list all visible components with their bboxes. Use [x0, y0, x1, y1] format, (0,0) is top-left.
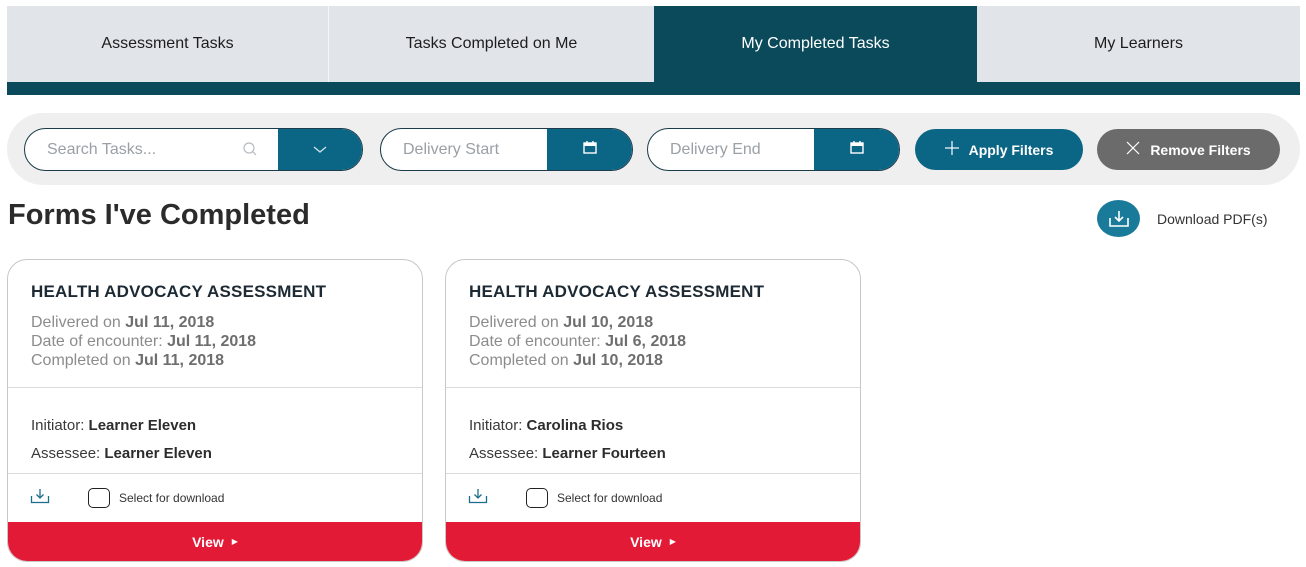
- delivery-end-group: [647, 128, 900, 171]
- page-title: Forms I've Completed: [8, 199, 310, 231]
- assessee-name: Learner Eleven: [104, 445, 212, 462]
- tab-label: Assessment Tasks: [101, 35, 234, 52]
- tab-assessment-tasks[interactable]: Assessment Tasks: [7, 6, 329, 82]
- delivered-date: Jul 10, 2018: [563, 314, 654, 331]
- view-label: View: [192, 533, 224, 550]
- view-button[interactable]: View ▶: [8, 522, 422, 561]
- delivered-line: Delivered on Jul 11, 2018: [31, 313, 422, 332]
- download-pdf-button[interactable]: Download PDF(s): [1097, 200, 1267, 237]
- encounter-date: Jul 6, 2018: [605, 333, 687, 350]
- search-group: [24, 128, 363, 171]
- delivery-start-input[interactable]: [403, 140, 547, 159]
- completed-line: Completed on Jul 11, 2018: [31, 351, 422, 370]
- download-icon[interactable]: [30, 488, 50, 509]
- initiator-name: Carolina Rios: [526, 417, 624, 434]
- encounter-label: Date of encounter:: [469, 333, 601, 350]
- tab-my-learners[interactable]: My Learners: [977, 6, 1300, 82]
- completed-date: Jul 10, 2018: [573, 352, 663, 369]
- tab-bar: Assessment Tasks Tasks Completed on Me M…: [7, 6, 1300, 95]
- delivered-line: Delivered on Jul 10, 2018: [469, 313, 860, 332]
- initiator-name: Learner Eleven: [88, 417, 197, 434]
- encounter-label: Date of encounter:: [31, 333, 163, 350]
- assessee-label: Assessee:: [469, 445, 539, 462]
- search-dropdown-button[interactable]: [278, 129, 362, 170]
- select-for-download-label: Select for download: [557, 491, 663, 505]
- form-card: HEALTH ADVOCACY ASSESSMENT Delivered on …: [7, 259, 423, 562]
- delivery-end-calendar-button[interactable]: [814, 129, 899, 170]
- encounter-line: Date of encounter: Jul 11, 2018: [31, 332, 422, 351]
- calendar-icon: [582, 140, 597, 159]
- chevron-down-icon: [313, 141, 327, 159]
- tab-my-completed-tasks[interactable]: My Completed Tasks: [654, 6, 977, 82]
- caret-right-icon: ▶: [231, 537, 238, 546]
- assessee-name: Learner Fourteen: [542, 445, 666, 462]
- view-label: View: [630, 533, 662, 550]
- tab-label: My Completed Tasks: [741, 35, 890, 52]
- initiator-line: Initiator: Learner Eleven: [31, 412, 422, 440]
- delivery-start-group: [380, 128, 633, 171]
- form-card: HEALTH ADVOCACY ASSESSMENT Delivered on …: [445, 259, 861, 562]
- caret-right-icon: ▶: [669, 537, 676, 546]
- filter-bar: Apply Filters Remove Filters: [7, 113, 1300, 185]
- select-for-download-checkbox[interactable]: [526, 488, 548, 508]
- delivered-label: Delivered on: [469, 314, 559, 331]
- delivered-date: Jul 11, 2018: [125, 314, 215, 331]
- view-button[interactable]: View ▶: [446, 522, 860, 561]
- assessee-line: Assessee: Learner Eleven: [31, 440, 422, 468]
- delivery-start-calendar-button[interactable]: [547, 129, 632, 170]
- select-for-download-label: Select for download: [119, 491, 225, 505]
- card-title: HEALTH ADVOCACY ASSESSMENT: [469, 282, 765, 301]
- download-icon: [1097, 200, 1140, 237]
- card-title: HEALTH ADVOCACY ASSESSMENT: [31, 282, 327, 301]
- encounter-date: Jul 11, 2018: [167, 333, 257, 350]
- tab-label: Tasks Completed on Me: [405, 35, 578, 52]
- tab-tasks-completed-on-me[interactable]: Tasks Completed on Me: [329, 6, 654, 82]
- search-icon[interactable]: [242, 141, 258, 162]
- download-pdf-label: Download PDF(s): [1157, 210, 1268, 227]
- remove-filters-label: Remove Filters: [1150, 141, 1251, 158]
- assessee-label: Assessee:: [31, 445, 101, 462]
- initiator-label: Initiator:: [469, 417, 523, 434]
- completed-label: Completed on: [31, 352, 131, 369]
- apply-filters-label: Apply Filters: [968, 141, 1054, 158]
- initiator-line: Initiator: Carolina Rios: [469, 412, 860, 440]
- completed-date: Jul 11, 2018: [135, 352, 225, 369]
- completed-label: Completed on: [469, 352, 569, 369]
- close-icon: [1126, 141, 1140, 158]
- calendar-icon: [849, 140, 864, 159]
- apply-filters-button[interactable]: Apply Filters: [915, 129, 1083, 170]
- delivered-label: Delivered on: [31, 314, 121, 331]
- download-icon[interactable]: [468, 488, 488, 509]
- initiator-label: Initiator:: [31, 417, 85, 434]
- completed-line: Completed on Jul 10, 2018: [469, 351, 860, 370]
- delivery-end-input[interactable]: [670, 140, 814, 159]
- remove-filters-button[interactable]: Remove Filters: [1097, 129, 1280, 170]
- encounter-line: Date of encounter: Jul 6, 2018: [469, 332, 860, 351]
- select-for-download-checkbox[interactable]: [88, 488, 110, 508]
- tab-label: My Learners: [1094, 35, 1183, 52]
- assessee-line: Assessee: Learner Fourteen: [469, 440, 860, 468]
- plus-icon: [944, 141, 959, 158]
